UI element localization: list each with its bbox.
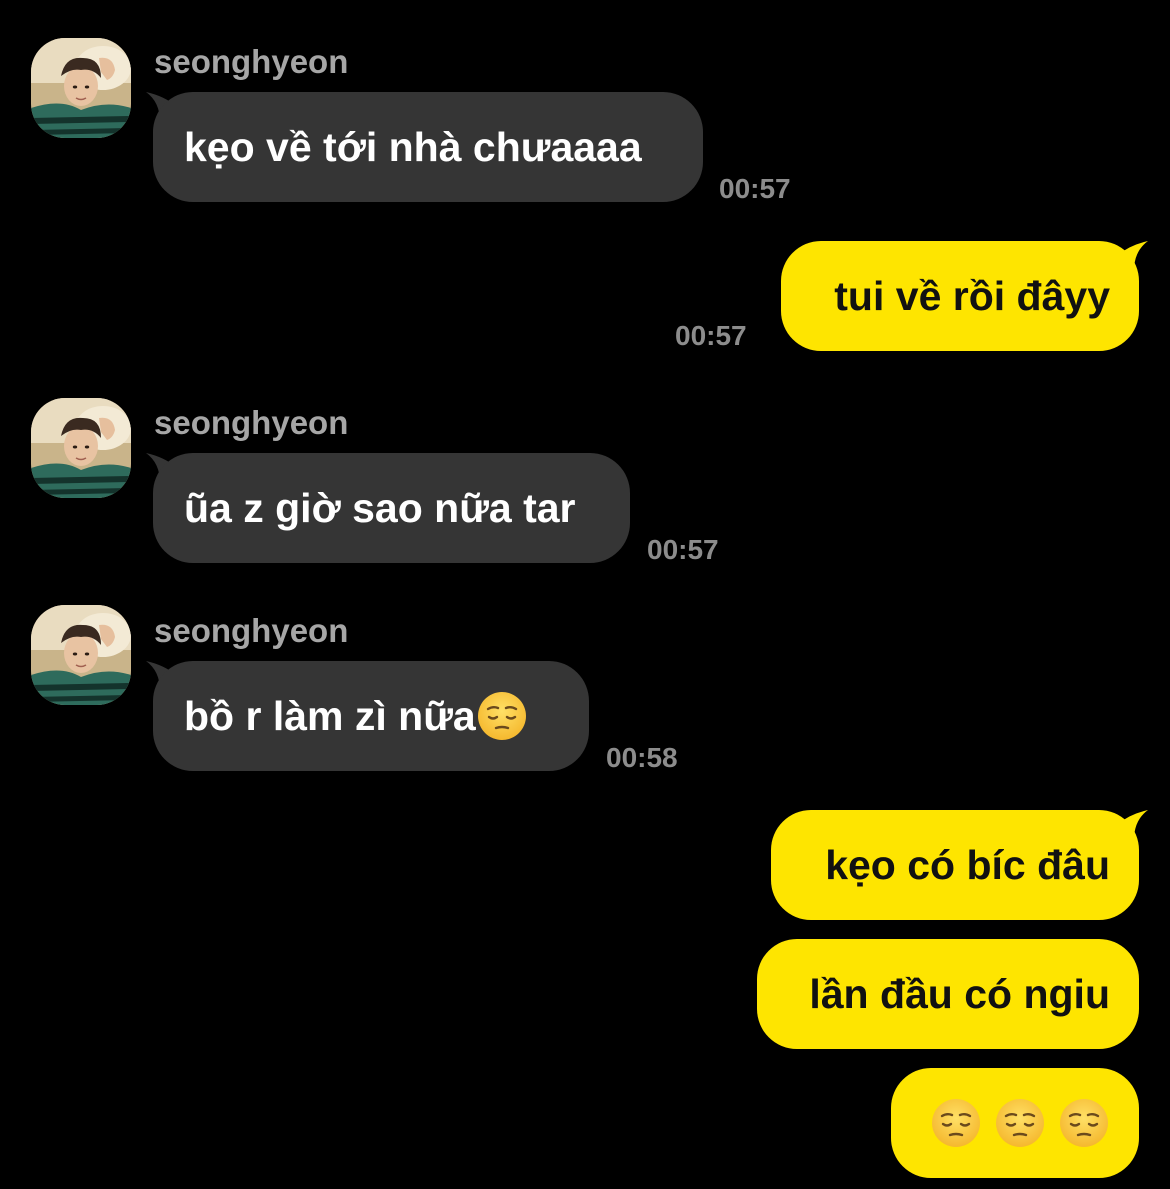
bubble-tail xyxy=(1118,810,1148,840)
message-timestamp: 00:57 xyxy=(675,320,747,351)
message-bubble-incoming[interactable]: bồ r làm zì nữa xyxy=(153,661,589,771)
message-bubble-incoming[interactable]: kẹo về tới nhà chưaaaa xyxy=(153,92,703,202)
message-timestamp: 00:57 xyxy=(647,534,719,565)
message-bubble-outgoing[interactable] xyxy=(891,1068,1139,1178)
message-bubble-outgoing[interactable]: lần đầu có ngiu xyxy=(757,939,1139,1049)
profile-photo-icon xyxy=(31,398,131,498)
message-timestamp: 00:58 xyxy=(606,742,678,773)
sender-name[interactable]: seonghyeon xyxy=(154,42,348,82)
pensive-face-icon xyxy=(994,1097,1046,1149)
message-timestamp: 00:57 xyxy=(719,173,791,204)
bubble-tail xyxy=(1118,241,1148,271)
message-bubble-incoming[interactable]: ũa z giờ sao nữa tar xyxy=(153,453,630,563)
message-text: bồ r làm zì nữa xyxy=(184,693,476,739)
profile-photo-icon xyxy=(31,605,131,705)
pensive-face-icon xyxy=(476,690,528,742)
profile-photo-icon xyxy=(31,38,131,138)
sender-name[interactable]: seonghyeon xyxy=(154,611,348,651)
sender-avatar[interactable] xyxy=(31,38,131,138)
sender-avatar[interactable] xyxy=(31,398,131,498)
message-bubble-outgoing[interactable]: kẹo có bíc đâu xyxy=(771,810,1139,920)
sender-avatar[interactable] xyxy=(31,605,131,705)
message-text: ũa z giờ sao nữa tar xyxy=(184,485,576,531)
message-bubble-outgoing[interactable]: tui về rồi đâyy xyxy=(781,241,1139,351)
message-text: kẹo có bíc đâu xyxy=(825,842,1110,888)
sender-name[interactable]: seonghyeon xyxy=(154,403,348,443)
message-text: tui về rồi đâyy xyxy=(834,273,1110,319)
pensive-face-icon xyxy=(930,1097,982,1149)
emoji-row xyxy=(930,1097,1110,1149)
message-text: lần đầu có ngiu xyxy=(809,971,1110,1017)
message-text: kẹo về tới nhà chưaaaa xyxy=(184,124,642,170)
pensive-face-icon xyxy=(1058,1097,1110,1149)
